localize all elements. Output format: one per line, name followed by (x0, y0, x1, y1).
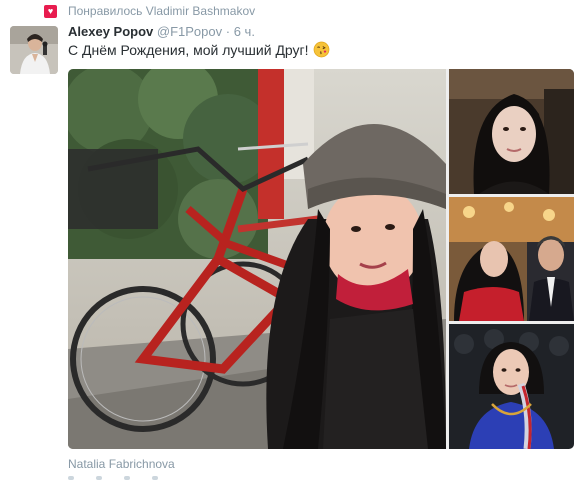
heart-icon: ♥ (44, 4, 57, 18)
kissing-face-emoji-icon (313, 41, 330, 58)
time-separator: · (225, 24, 231, 39)
tweet-time[interactable]: 6 ч. (234, 24, 255, 39)
photo-with-man[interactable] (449, 197, 574, 321)
liked-by-text[interactable]: Понравилось Vladimir Bashmakov (68, 4, 255, 18)
more-icon[interactable] (152, 476, 158, 480)
tagged-user[interactable]: Natalia Fabrichnova (68, 457, 175, 471)
tweet-text: С Днём Рождения, мой лучший Друг! (68, 41, 309, 58)
tweet-actions-partial (68, 476, 158, 480)
like-icon[interactable] (124, 476, 130, 480)
photo-portrait-indoor[interactable] (449, 69, 574, 194)
liked-by-context: ♥ Понравилось Vladimir Bashmakov (44, 3, 255, 19)
author-name[interactable]: Alexey Popov (68, 24, 153, 39)
retweet-icon[interactable] (96, 476, 102, 480)
tweet-text-row: С Днём Рождения, мой лучший Друг! (68, 41, 330, 58)
photo-selfie-with-bicycles[interactable] (68, 69, 446, 449)
photo-portrait-braid[interactable] (449, 324, 574, 449)
author-handle[interactable]: @F1Popov (157, 24, 222, 39)
avatar[interactable] (10, 26, 58, 74)
media-grid (68, 69, 574, 449)
tweet-header: Alexey Popov @F1Popov · 6 ч. (68, 24, 255, 39)
reply-icon[interactable] (68, 476, 74, 480)
